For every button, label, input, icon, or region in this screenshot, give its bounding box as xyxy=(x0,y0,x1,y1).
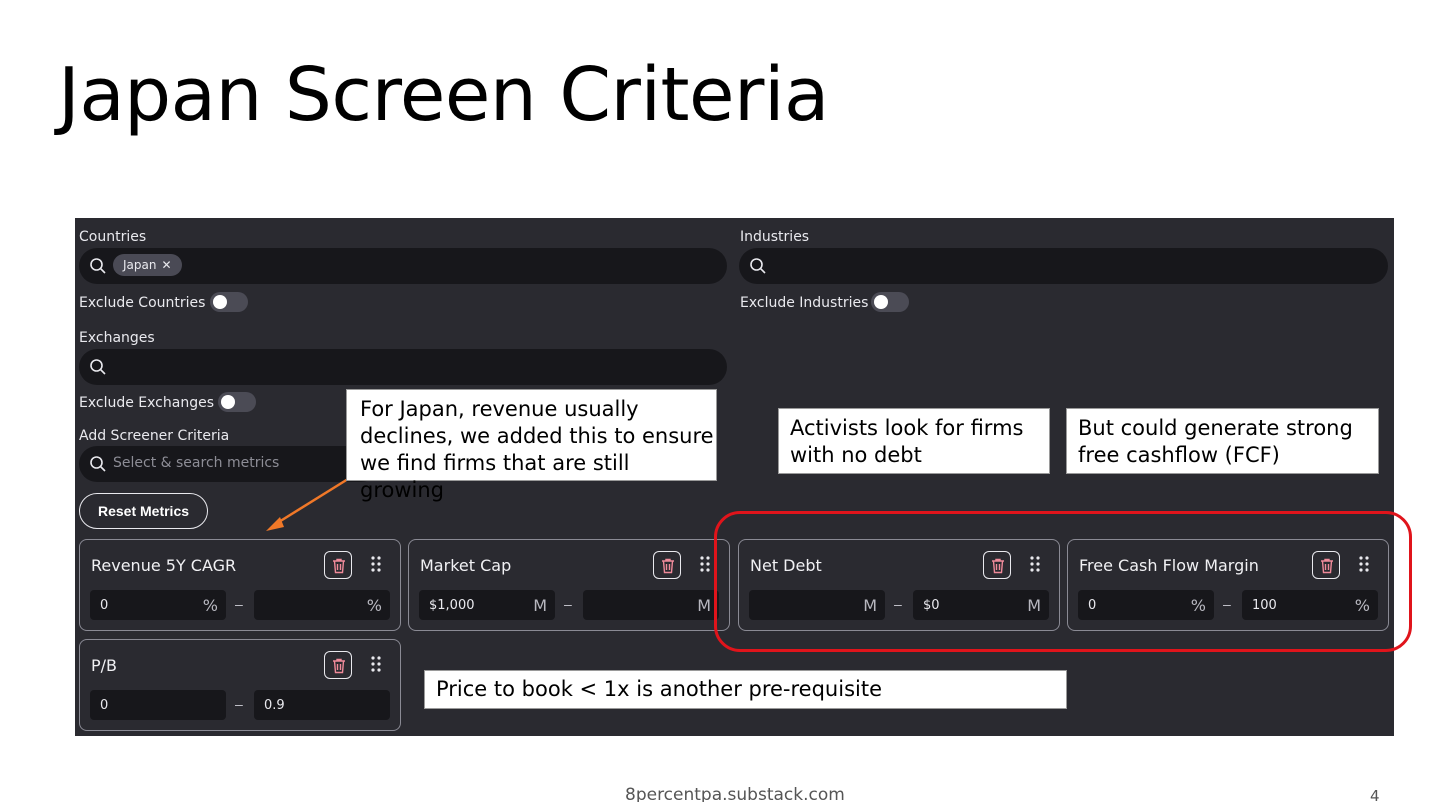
exclude-industries-label: Exclude Industries xyxy=(740,295,869,311)
reset-metrics-button[interactable]: Reset Metrics xyxy=(79,493,208,529)
exchanges-search[interactable] xyxy=(79,349,727,385)
range-dash: – xyxy=(564,596,572,612)
note-line: Price to book < 1x is another pre-requis… xyxy=(436,677,883,701)
slide-title: Japan Screen Criteria xyxy=(58,52,829,138)
unit-label: M xyxy=(533,596,547,615)
toggle-knob xyxy=(213,295,227,309)
unit-label: M xyxy=(697,596,711,615)
min-input[interactable]: 0 xyxy=(90,690,226,720)
note-line: with no debt xyxy=(790,443,922,467)
revenue-note: For Japan, revenue usually declines, we … xyxy=(346,389,717,502)
footer-url: 8percentpa.substack.com xyxy=(625,785,845,802)
activists-note: Activists look for firms with no debt xyxy=(778,408,1050,474)
metric-title: P/B xyxy=(91,656,118,675)
search-icon xyxy=(90,258,106,274)
industries-label: Industries xyxy=(740,229,810,245)
unit-label: % xyxy=(366,596,382,615)
exclude-industries-toggle[interactable] xyxy=(871,292,909,312)
exclude-countries-toggle[interactable] xyxy=(210,292,248,312)
search-icon xyxy=(90,456,106,472)
max-input[interactable]: % xyxy=(254,590,390,620)
arrow-annotation xyxy=(266,477,349,531)
range-dash: – xyxy=(235,696,243,712)
toggle-knob xyxy=(874,295,888,309)
chip-label: Japan xyxy=(123,258,157,272)
note-line: we find firms that are still growing xyxy=(360,451,630,502)
note-line: For Japan, revenue usually xyxy=(360,397,639,421)
exchanges-label: Exchanges xyxy=(79,330,155,346)
note-line: free cashflow (FCF) xyxy=(1078,443,1280,467)
delete-button[interactable] xyxy=(324,551,352,579)
note-line: declines, we added this to ensure xyxy=(360,424,714,448)
search-icon xyxy=(750,258,766,274)
country-chip-japan[interactable]: Japan ✕ xyxy=(113,254,182,276)
max-input[interactable]: M xyxy=(583,590,719,620)
metric-card-revenue-cagr: Revenue 5Y CAGR 0% – % xyxy=(79,539,401,631)
metric-title: Revenue 5Y CAGR xyxy=(91,556,237,575)
unit-label: % xyxy=(202,596,218,615)
drag-handle-icon[interactable] xyxy=(370,655,382,673)
min-input[interactable]: 0% xyxy=(90,590,226,620)
min-value: $1,000 xyxy=(429,598,475,613)
highlight-box xyxy=(714,511,1412,652)
note-line: But could generate strong xyxy=(1078,416,1353,440)
min-input[interactable]: $1,000 M xyxy=(419,590,555,620)
pb-note: Price to book < 1x is another pre-requis… xyxy=(424,670,1067,709)
drag-handle-icon[interactable] xyxy=(699,555,711,573)
exclude-exchanges-toggle[interactable] xyxy=(218,392,256,412)
toggle-knob xyxy=(221,395,235,409)
countries-label: Countries xyxy=(79,229,147,245)
min-value: 0 xyxy=(100,598,109,613)
note-line: Activists look for firms xyxy=(790,416,1024,440)
countries-search[interactable]: Japan ✕ xyxy=(79,248,727,284)
delete-button[interactable] xyxy=(324,651,352,679)
metric-card-pb: P/B 0 – 0.9 xyxy=(79,639,401,731)
exclude-exchanges-label: Exclude Exchanges xyxy=(79,395,214,411)
fcf-note: But could generate strong free cashflow … xyxy=(1066,408,1379,474)
search-icon xyxy=(90,359,106,375)
trash-icon xyxy=(333,558,345,574)
exclude-countries-label: Exclude Countries xyxy=(79,295,206,311)
industries-search[interactable] xyxy=(739,248,1388,284)
trash-icon xyxy=(662,558,674,574)
max-value: 0.9 xyxy=(264,698,285,713)
drag-handle-icon[interactable] xyxy=(370,555,382,573)
close-icon[interactable]: ✕ xyxy=(161,258,171,272)
metric-title: Market Cap xyxy=(420,556,512,575)
range-dash: – xyxy=(235,596,243,612)
metrics-search-placeholder: Select & search metrics xyxy=(113,455,280,471)
add-criteria-label: Add Screener Criteria xyxy=(79,428,230,444)
max-input[interactable]: 0.9 xyxy=(254,690,390,720)
metric-card-market-cap: Market Cap $1,000 M – M xyxy=(408,539,730,631)
page-number: 4 xyxy=(1370,787,1380,802)
trash-icon xyxy=(333,658,345,674)
min-value: 0 xyxy=(100,698,109,713)
delete-button[interactable] xyxy=(653,551,681,579)
